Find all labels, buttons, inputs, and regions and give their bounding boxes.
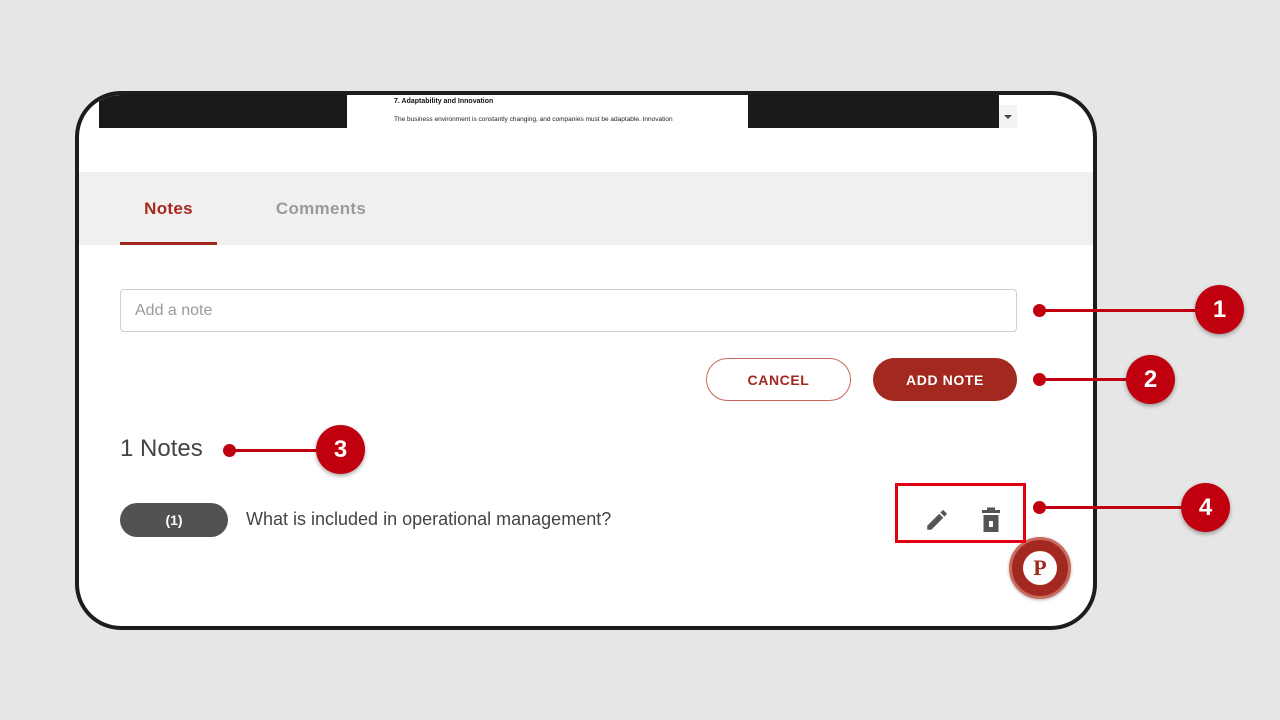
scroll-down-button[interactable] (999, 105, 1017, 128)
add-note-button[interactable]: ADD NOTE (873, 358, 1017, 401)
document-body-text: The business environment is constantly c… (394, 116, 673, 123)
tab-bar: Notes Comments (79, 172, 1093, 245)
document-viewer-background-left (99, 95, 347, 128)
fab-logo-letter: P (1023, 551, 1057, 585)
document-page-preview: 7. Adaptability and Innovation The busin… (347, 95, 748, 130)
notes-panel-frame: 7. Adaptability and Innovation The busin… (75, 91, 1097, 630)
note-text: What is included in operational manageme… (246, 509, 612, 529)
callout-line-2 (1040, 378, 1130, 381)
add-note-input[interactable] (120, 289, 1017, 332)
notes-count: 1 Notes (120, 435, 203, 462)
cancel-button[interactable]: CANCEL (706, 358, 851, 401)
note-page-badge[interactable]: (1) (120, 503, 228, 537)
callout-line-3 (230, 449, 320, 452)
callout-badge-2: 2 (1126, 355, 1175, 404)
tab-comments[interactable]: Comments (259, 172, 383, 245)
callout-line-1 (1040, 309, 1200, 312)
callout-badge-1: 1 (1195, 285, 1244, 334)
document-viewer-background-right (748, 95, 999, 128)
callout-badge-4: 4 (1181, 483, 1230, 532)
tab-notes[interactable]: Notes (120, 172, 217, 245)
document-heading: 7. Adaptability and Innovation (394, 98, 494, 105)
callout-line-4 (1040, 506, 1185, 509)
p-logo-icon[interactable]: P (1009, 537, 1071, 599)
actions-highlight-box (895, 483, 1026, 543)
note-item: (1) What is included in operational mana… (120, 503, 1017, 543)
callout-badge-3: 3 (316, 425, 365, 474)
triangle-down-icon (1004, 115, 1012, 119)
